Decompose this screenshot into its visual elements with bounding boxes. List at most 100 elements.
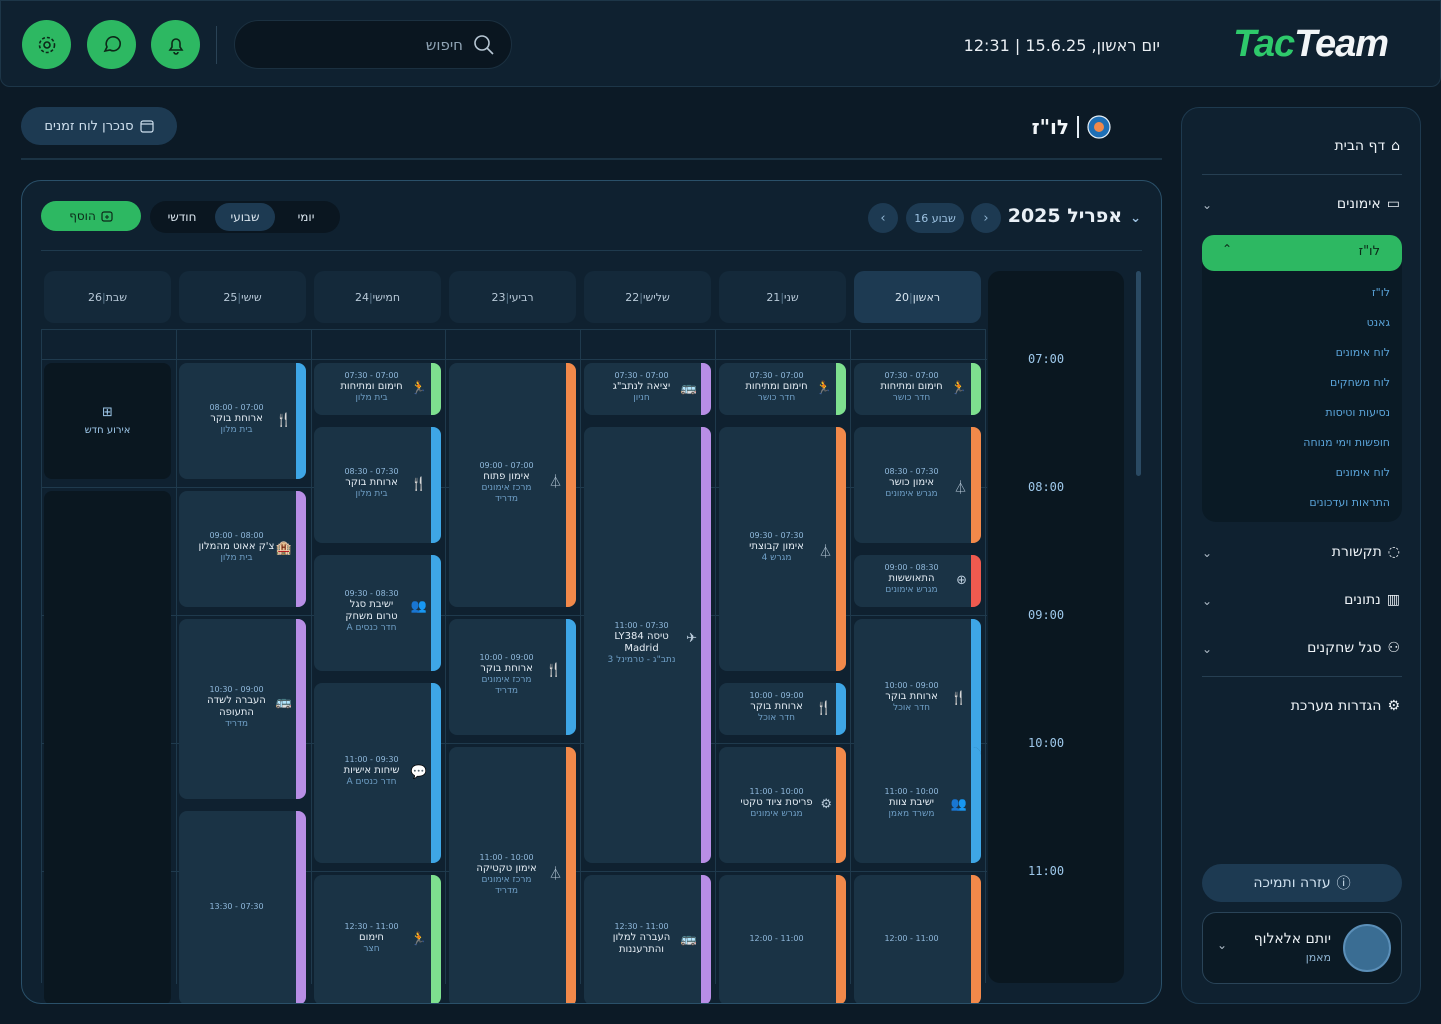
add-event-button[interactable]: הוסף	[41, 201, 141, 231]
empty-day-slot[interactable]	[44, 491, 171, 1003]
sidebar-subitem-schedule[interactable]: לו"ז ⌃	[1202, 235, 1402, 271]
event-card[interactable]: 07:00 - 07:30 חימום ומתיחות חדר כושר 🏃	[854, 363, 981, 415]
event-type-icon: 🏨	[275, 541, 292, 556]
event-card[interactable]: 10:00 - 11:00 ישיבת צוות משרד מאמן 👥	[854, 747, 981, 863]
day-sep: |	[505, 290, 510, 304]
sidebar-subitem[interactable]: גאנט	[1367, 316, 1390, 329]
event-card[interactable]: 07:30 - 09:30 אימון קבוצתי מגרש 4 ⏃	[719, 427, 846, 671]
settings-button[interactable]	[22, 20, 71, 69]
add-event-icon: ⊞	[102, 405, 113, 420]
chevron-down-icon[interactable]: ⌄	[1202, 198, 1212, 212]
event-card[interactable]: 11:00 - 12:00	[854, 875, 981, 1003]
help-support-button[interactable]: ⓘ עזרה ותמיכה	[1202, 864, 1402, 902]
event-card[interactable]: 11:00 - 12:30 חימום חצר 🏃	[314, 875, 441, 1003]
sidebar-item-settings[interactable]: ⚙ הגדרות מערכת	[1291, 698, 1400, 714]
chevron-down-icon[interactable]: ⌄	[1202, 594, 1212, 608]
day-header-24[interactable]: חמישי | 24	[314, 271, 441, 323]
view-month-tab[interactable]: חודשי	[152, 203, 212, 231]
calendar-scrollbar[interactable]	[1136, 271, 1141, 476]
bar-chart-icon: ▥	[1386, 592, 1400, 608]
event-card[interactable]: 07:30 - 11:00 טיסה LY384 Madrid נתב"ג - טרמ…	[584, 427, 711, 863]
day-header-22[interactable]: שלישי | 22	[584, 271, 711, 323]
month-title[interactable]: ⌄ אפריל 2025	[1008, 205, 1141, 227]
chat-button[interactable]	[87, 20, 136, 69]
event-text: 07:30 - 11:00 טיסה LY384 Madrid נתב"ג - טרמ…	[584, 621, 699, 666]
day-number: 24	[354, 290, 369, 304]
event-card[interactable]: 08:30 - 09:00 התאוששות מגרש אימונים ⊕	[854, 555, 981, 607]
sidebar-item-trainings[interactable]: ▭ אימונים	[1337, 196, 1400, 212]
day-header-25[interactable]: שישי | 25	[179, 271, 306, 323]
chevron-left-icon: ‹	[880, 210, 886, 226]
page-title: לו"ז	[1032, 115, 1111, 139]
notifications-button[interactable]	[151, 20, 200, 69]
event-title: אימון פתוח	[483, 471, 530, 482]
view-day-tab[interactable]: יומי	[276, 203, 336, 231]
event-card[interactable]: 07:00 - 07:30 חימום ומתיחות חדר כושר 🏃	[719, 363, 846, 415]
sidebar-subitem[interactable]: לוח אימונים	[1336, 346, 1390, 359]
event-card[interactable]: 07:30 - 13:30	[179, 811, 306, 1003]
sidebar-item-staff[interactable]: ⚇ סגל שחקנים	[1307, 640, 1400, 656]
event-card[interactable]: 07:00 - 07:30 יציאה לנתב"ג חניון 🚌	[584, 363, 711, 415]
event-title: התאוששות	[888, 573, 935, 584]
event-card[interactable]: 07:30 - 08:30 ארוחת בוקר בית מלון 🍴	[314, 427, 441, 543]
event-card[interactable]: 10:00 - 11:00 אימון טקטיקה מרכז אימונים מדר…	[449, 747, 576, 1003]
search-placeholder: חיפוש	[425, 36, 463, 54]
new-event-slot[interactable]: ⊞ אירוע חדש	[44, 363, 171, 479]
chevron-down-icon[interactable]: ⌄	[1202, 642, 1212, 656]
event-card[interactable]: 07:00 - 09:00 אימון פתוח מרכז אימונים מדריד…	[449, 363, 576, 607]
user-card[interactable]: יותם אלאלוף מאמן ⌄	[1202, 912, 1402, 984]
event-text: 07:30 - 13:30	[179, 902, 294, 912]
day-header-26[interactable]: שבת | 26	[44, 271, 171, 323]
search-input[interactable]: חיפוש	[234, 20, 512, 69]
event-card[interactable]: 09:00 - 10:30 העברה לשדה התעופה מדריד 🚌	[179, 619, 306, 799]
event-title: אימון כושר	[888, 477, 935, 488]
sidebar-subitem[interactable]: לוח משחקים	[1330, 376, 1390, 389]
sidebar-subitem[interactable]: נסיעות וטיסות	[1325, 406, 1390, 419]
event-location: מגרש אימונים	[750, 809, 803, 819]
event-color-bar	[701, 875, 711, 1003]
event-type-icon: 🍴	[275, 413, 292, 428]
chevron-down-icon[interactable]: ⌄	[1202, 546, 1212, 560]
event-card[interactable]: 11:00 - 12:00	[719, 875, 846, 1003]
event-time: 11:00 - 12:00	[884, 934, 939, 943]
event-card[interactable]: 07:00 - 07:30 חימום ומתיחות בית מלון 🏃	[314, 363, 441, 415]
sidebar-subitem[interactable]: לו"ז	[1372, 286, 1390, 299]
chevron-down-icon[interactable]: ⌄	[1217, 938, 1227, 952]
sidebar-item-home[interactable]: ⌂ דף הבית	[1334, 138, 1400, 154]
tacteam-logo[interactable]: TacTeam	[1233, 23, 1389, 66]
event-card[interactable]: 11:00 - 12:30 העברה למלון והתרעננות 🚌	[584, 875, 711, 1003]
view-week-tab[interactable]: שבועי	[215, 203, 275, 231]
event-text: 10:00 - 11:00 אימון טקטיקה מרכז אימונים מדר…	[449, 853, 564, 897]
event-type-icon: 🚌	[680, 381, 697, 396]
day-name: ראשון	[912, 290, 941, 304]
event-card[interactable]: 09:00 - 10:00 ארוחת בוקר מרכז אימונים מדריד…	[449, 619, 576, 735]
sidebar-item-comms[interactable]: ◌ תקשורת	[1332, 544, 1400, 560]
event-time: 07:00 - 07:30	[344, 371, 399, 380]
sidebar-subitem[interactable]: התראות ועדכונים	[1309, 496, 1390, 509]
sidebar-subitem[interactable]: לוח אימונים	[1336, 466, 1390, 479]
calendar-sync-icon	[139, 120, 154, 133]
event-card[interactable]: 10:00 - 11:00 פריסת ציוד טקטי מגרש אימונים…	[719, 747, 846, 863]
sidebar-item-data[interactable]: ▥ נתונים	[1344, 592, 1400, 608]
next-week-button[interactable]: ›	[971, 203, 1001, 233]
day-header-20[interactable]: ראשון | 20	[854, 271, 981, 323]
sidebar-subitem[interactable]: חופשות וימי מנוחה	[1303, 436, 1390, 449]
time-label: 09:00	[1028, 608, 1065, 622]
sidebar-label-staff: סגל שחקנים	[1307, 640, 1382, 656]
event-location: נתב"ג - טרמינל 3	[607, 655, 676, 665]
sidebar-label-comms: תקשורת	[1331, 544, 1382, 560]
sync-schedule-button[interactable]: סנכרן לוח זמנים	[21, 107, 177, 145]
event-card[interactable]: 08:30 - 09:30 ישיבת סגל טרום משחק חדר כנסים…	[314, 555, 441, 671]
event-color-bar	[836, 683, 846, 735]
event-card[interactable]: 07:30 - 08:30 אימון כושר מגרש אימונים ⏃	[854, 427, 981, 543]
event-title: טיסה LY384	[614, 631, 669, 642]
event-card[interactable]: 09:00 - 10:00 ארוחת בוקר חדר אוכל 🍴	[719, 683, 846, 735]
prev-week-button[interactable]: ‹	[868, 203, 898, 233]
day-header-23[interactable]: רביעי | 23	[449, 271, 576, 323]
event-location-line2: מדריד	[494, 886, 519, 896]
event-time: 07:30 - 13:30	[209, 902, 264, 911]
event-card[interactable]: 09:30 - 11:00 שיחות אישיות חדר כנסים A 💬	[314, 683, 441, 863]
event-card[interactable]: 08:00 - 09:00 צ'ק אאוט מהמלון בית מלון 🏨	[179, 491, 306, 607]
event-card[interactable]: 07:00 - 08:00 ארוחת בוקר בית מלון 🍴	[179, 363, 306, 479]
day-header-21[interactable]: שני | 21	[719, 271, 846, 323]
